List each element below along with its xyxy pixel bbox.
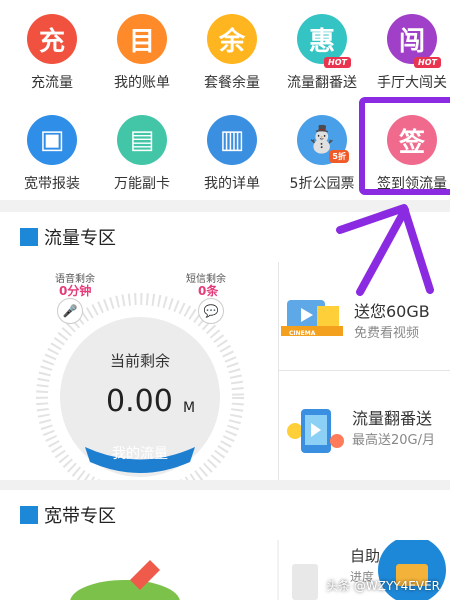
broadband-section-header: 宽带专区 [0,490,450,540]
recharge-icon: 充 [27,14,77,64]
traffic-gauge: 语音剩余 0分钟 🎤 短信剩余 0条 💬 当前剩余 0.00 M 我的流量 [0,262,278,480]
current-remaining-label: 当前剩余 [110,352,171,370]
sim-card-icon: ▤ [117,115,167,165]
current-remaining-value: 0.00 [106,384,173,419]
data-double-label: 流量翻番送 [287,75,357,91]
challenge-icon: 闯 HOT [387,14,441,68]
self-service-title: 自助 [350,547,381,565]
sign-in-icon: 签 [387,115,437,165]
message-icon: 💬 [198,298,224,324]
broadband-install-item[interactable]: ▣ 宽带报装 [7,115,97,193]
park-ticket-item[interactable]: ⛄ 5折 5折公园票 [277,115,367,193]
plan-balance-item[interactable]: 余 套餐余量 [187,14,277,92]
balance-icon: 余 [207,14,257,64]
bill-label: 我的账单 [114,75,170,91]
my-details-item[interactable]: ▥ 我的详单 [187,115,277,193]
sms-remaining-value: 0条 [198,284,219,298]
watermark: 头条 @WZYY4EVER [326,579,440,593]
data-double-promo-card[interactable]: 流量翻番送 最高送20G/月 [279,371,450,480]
service-grid: 充 充流量 目 我的账单 余 套餐余量 惠 HOT 流量翻番送 闯 HOT 手厅… [0,0,450,200]
sign-in-label: 签到领流量 [377,176,447,192]
promo-video-subtitle: 免费看视频 [354,326,420,341]
promo-double-subtitle: 最高送20G/月 [352,433,435,448]
multi-card-label: 万能副卡 [114,176,170,192]
section-marker [20,506,38,524]
mascot-icon: ⛄ 5折 [297,115,349,165]
monitor-icon: ▣ [27,115,77,165]
bill-icon: 目 [117,14,167,64]
promo-video-title: 送您60GB [354,302,430,321]
microphone-icon: 🎤 [57,298,83,324]
voice-remaining-value: 0分钟 [59,284,92,298]
recharge-label: 充流量 [31,75,73,91]
data-double-item[interactable]: 惠 HOT 流量翻番送 [277,14,367,92]
park-ticket-label: 5折公园票 [289,176,355,192]
details-label: 我的详单 [204,176,260,192]
discount-icon: 惠 HOT [297,14,351,68]
cinema-icon [281,300,343,336]
promo-double-title: 流量翻番送 [352,409,433,428]
balance-label: 套餐余量 [204,75,260,91]
remaining-unit: M [183,400,196,416]
discount-badge: 5折 [329,150,349,163]
challenge-item[interactable]: 闯 HOT 手厅大闯关 [367,14,450,92]
my-bill-item[interactable]: 目 我的账单 [97,14,187,92]
traffic-section-title: 流量专区 [44,228,116,249]
video-promo-card[interactable]: CINEMA 送您60GB 免费看视频 [279,262,450,370]
sign-in-item[interactable]: 签 签到领流量 [367,115,450,193]
hot-badge: HOT [324,57,351,68]
hot-badge: HOT [414,57,441,68]
my-traffic-button[interactable]: 我的流量 [112,443,168,463]
tablet-video-icon [287,409,344,453]
document-icon: ▥ [207,115,257,165]
traffic-section-header: 流量专区 [0,212,450,262]
broadband-section-title: 宽带专区 [44,506,116,527]
multi-card-item[interactable]: ▤ 万能副卡 [97,115,187,193]
section-marker [20,228,38,246]
traffic-section: 语音剩余 0分钟 🎤 短信剩余 0条 💬 当前剩余 0.00 M 我的流量 CI… [0,262,450,480]
broadband-install-label: 宽带报装 [24,176,80,192]
cinema-label: CINEMA [289,330,316,337]
recharge-data-item[interactable]: 充 充流量 [7,14,97,92]
challenge-label: 手厅大闯关 [377,75,447,91]
